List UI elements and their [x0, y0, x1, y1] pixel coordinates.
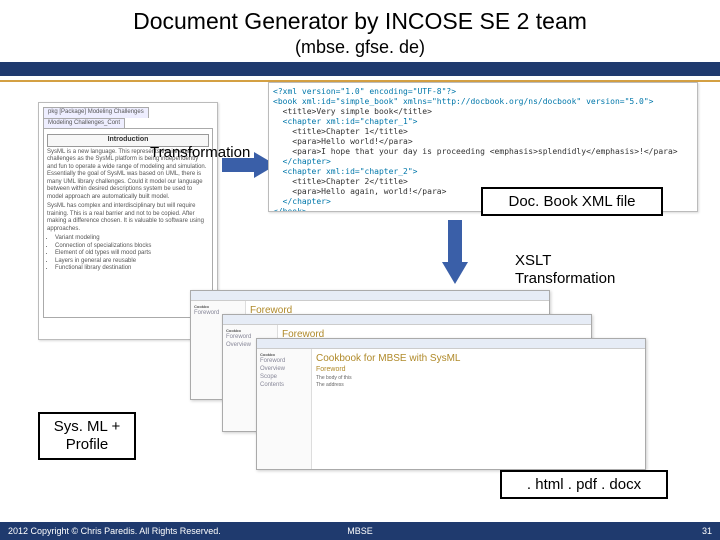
sysml-label-line2: Profile [66, 436, 109, 453]
docbook-label: Doc. Book XML file [481, 187, 663, 216]
xslt-line1: XSLT [515, 252, 551, 269]
output-nav-item: Contents [260, 381, 308, 389]
xml-line: <para>I hope that your day is proceeding… [273, 147, 678, 156]
xslt-label: XSLT Transformation [505, 248, 655, 292]
header-bar [0, 62, 720, 76]
slide-subtitle: (mbse. gfse. de) [0, 37, 720, 62]
output-formats-label: . html . pdf . docx [500, 470, 668, 499]
xml-line: <?xml version="1.0" encoding="UTF-8"?> [273, 87, 456, 96]
output-title-full: Cookbook for MBSE with SysML [316, 353, 641, 364]
xml-line: <chapter xml:id="chapter_2"> [273, 167, 418, 176]
sysml-tab-2: Modeling Challenges_Cont [43, 118, 125, 129]
xml-line: <title>Chapter 2</title> [273, 177, 408, 186]
xml-line: </chapter> [273, 157, 331, 166]
arrow-down-icon [442, 220, 468, 286]
diagram-stage: pkg [Package] Modeling ChallengesModelin… [0, 82, 720, 512]
footer-bar: 2012 Copyright © Chris Paredis. All Righ… [0, 522, 720, 540]
output-nav-item: Overview [260, 365, 308, 373]
output-titlebar [257, 339, 645, 349]
xml-line: <para>Hello again, world!</para> [273, 187, 446, 196]
xml-line: </chapter> [273, 197, 331, 206]
sysml-bullet: Layers in general are reusable [55, 258, 209, 266]
sysml-profile-label: Sys. ML + Profile [38, 412, 136, 460]
xml-line: <title>Chapter 1</title> [273, 127, 408, 136]
output-titlebar [223, 315, 591, 325]
xml-line: <book xml:id="simple_book" xmlns="http:/… [273, 97, 654, 106]
slide-title: Document Generator by INCOSE SE 2 team [0, 0, 720, 37]
output-nav-item: Foreword [260, 357, 308, 365]
sysml-bullet: Connection of specializations blocks [55, 243, 209, 251]
footer-page-number: 31 [702, 526, 712, 536]
sysml-label-line1: Sys. ML + [54, 418, 121, 435]
sysml-bullets: Variant modeling Connection of specializ… [55, 235, 209, 273]
xml-line: </book> [273, 207, 307, 212]
sysml-bullet: Variant modeling [55, 235, 209, 243]
xml-line: <title>Very simple book</title> [273, 107, 432, 116]
xslt-line2: Transformation [515, 270, 615, 287]
xml-line: <chapter xml:id="chapter_1"> [273, 117, 418, 126]
footer-center: MBSE [347, 526, 373, 536]
output-window-3: Cookbo Foreword Overview Scope Contents … [256, 338, 646, 470]
output-nav-item: Scope [260, 373, 308, 381]
sysml-bullet: Element of old types will mood parts [55, 250, 209, 258]
output-sidebar: Cookbo Foreword Overview Scope Contents [257, 349, 312, 469]
output-heading: Foreword [316, 366, 641, 373]
sysml-tab-1: pkg [Package] Modeling Challenges [43, 107, 149, 118]
output-text: The address [316, 382, 641, 389]
sysml-paragraph-2: SysML has complex and interdisciplinary … [47, 203, 209, 233]
output-titlebar [191, 291, 549, 301]
sysml-bullet: Functional library destination [55, 265, 209, 273]
xml-line: <para>Hello world!</para> [273, 137, 413, 146]
output-main: Cookbook for MBSE with SysML Foreword Th… [312, 349, 645, 469]
